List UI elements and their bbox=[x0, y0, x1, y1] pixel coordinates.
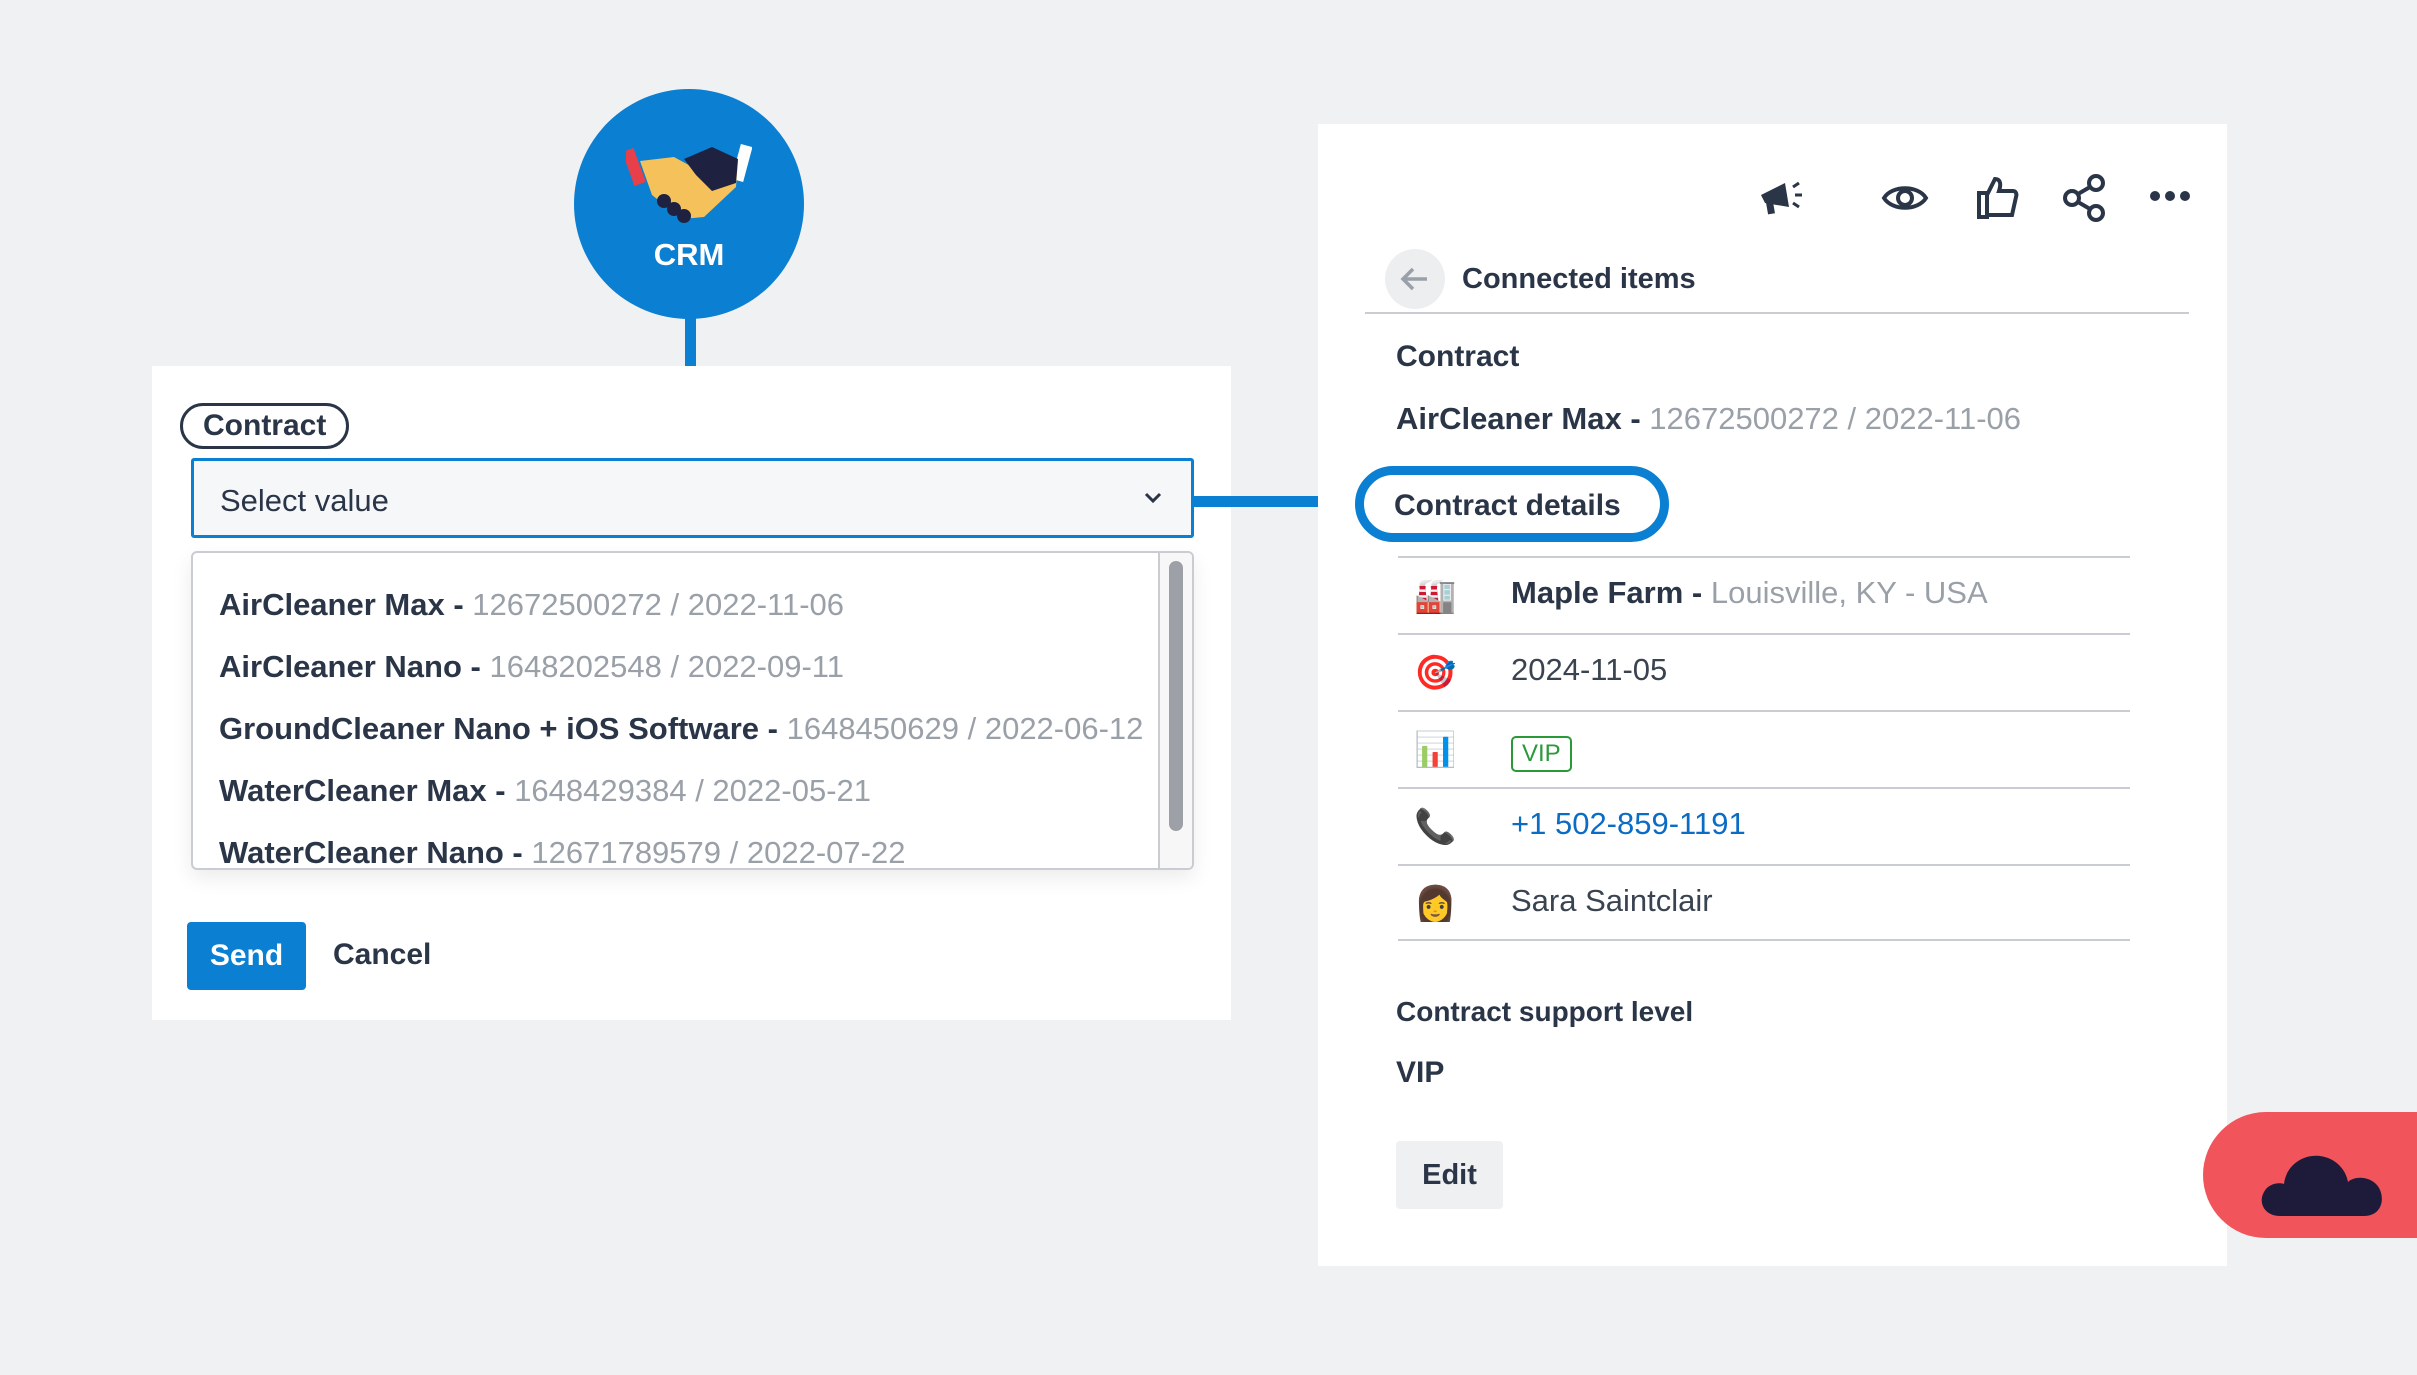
cloud-icon bbox=[2261, 1155, 2382, 1216]
chevron-down-icon bbox=[1144, 492, 1162, 504]
eye-icon[interactable] bbox=[1880, 173, 1930, 223]
detail-row-level: 📊 VIP bbox=[1398, 710, 2130, 787]
handshake-icon bbox=[626, 144, 752, 223]
send-button[interactable]: Send bbox=[187, 922, 306, 990]
contract-details-label: Contract details bbox=[1394, 489, 1621, 522]
more-icon[interactable] bbox=[2148, 173, 2192, 223]
option-item[interactable]: AirCleaner Nano - 1648202548 / 2022-09-1… bbox=[219, 649, 844, 685]
crm-label: CRM bbox=[653, 237, 725, 272]
option-item[interactable]: WaterCleaner Max - 1648429384 / 2022-05-… bbox=[219, 773, 871, 809]
back-button[interactable] bbox=[1385, 249, 1445, 309]
cloud-tab[interactable] bbox=[2203, 1112, 2417, 1238]
vip-badge: VIP bbox=[1511, 736, 1572, 772]
scrollbar[interactable] bbox=[1158, 553, 1192, 868]
factory-icon: 🏭 bbox=[1414, 577, 1457, 615]
contract-value: AirCleaner Max - 12672500272 / 2022-11-0… bbox=[1396, 401, 2022, 436]
option-item[interactable]: WaterCleaner Nano - 12671789579 / 2022-0… bbox=[219, 835, 905, 868]
cancel-button[interactable]: Cancel bbox=[333, 938, 431, 972]
detail-row-contact: 👩 Sara Saintclair bbox=[1398, 864, 2130, 941]
support-level-label: Contract support level bbox=[1396, 996, 1694, 1027]
select-placeholder: Select value bbox=[220, 483, 389, 518]
detail-row-date: 🎯 2024-11-05 bbox=[1398, 633, 2130, 710]
person-icon: 👩 bbox=[1414, 885, 1457, 923]
support-level-value: VIP bbox=[1396, 1056, 1445, 1089]
option-item[interactable]: AirCleaner Max - 12672500272 / 2022-11-0… bbox=[219, 587, 844, 623]
divider bbox=[1365, 312, 2189, 314]
share-icon[interactable] bbox=[2062, 173, 2108, 223]
detail-row-phone: 📞 +1 502-859-1191 bbox=[1398, 787, 2130, 864]
megaphone-icon[interactable] bbox=[1755, 173, 1805, 223]
edit-button[interactable]: Edit bbox=[1396, 1141, 1503, 1209]
phone-icon: 📞 bbox=[1414, 808, 1457, 846]
bar-chart-icon: 📊 bbox=[1414, 731, 1457, 769]
contract-label: Contract bbox=[1396, 340, 1520, 373]
detail-row-company: 🏭 Maple Farm - Louisville, KY - USA bbox=[1398, 556, 2130, 633]
target-icon: 🎯 bbox=[1414, 654, 1457, 692]
panel-title: Connected items bbox=[1462, 263, 1696, 295]
options-dropdown: AirCleaner Max - 12672500272 / 2022-11-0… bbox=[191, 551, 1194, 870]
contract-details-highlight: Contract details bbox=[1355, 466, 1669, 542]
crm-badge: CRM bbox=[574, 89, 804, 319]
arrow-left-icon bbox=[1400, 267, 1427, 291]
contract-field-tag: Contract bbox=[180, 403, 350, 449]
contract-select[interactable]: Select value bbox=[191, 458, 1194, 538]
thumbs-up-icon[interactable] bbox=[1975, 173, 2019, 223]
connector-line bbox=[685, 316, 696, 366]
scrollbar-thumb[interactable] bbox=[1169, 561, 1183, 831]
phone-link[interactable]: +1 502-859-1191 bbox=[1511, 806, 1746, 842]
option-item[interactable]: GroundCleaner Nano + iOS Software - 1648… bbox=[219, 711, 1143, 747]
